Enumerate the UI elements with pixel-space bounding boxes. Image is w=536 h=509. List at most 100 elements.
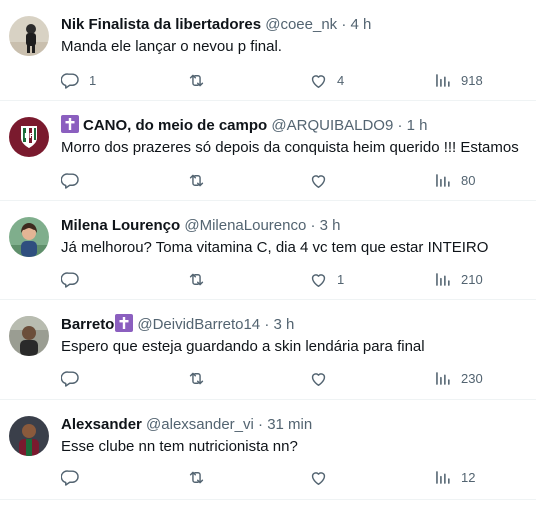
views-button[interactable]: 230 bbox=[433, 368, 483, 388]
retweet-icon bbox=[187, 468, 206, 487]
separator: · bbox=[264, 316, 270, 333]
username[interactable]: @DeividBarreto14 bbox=[137, 316, 260, 333]
like-button[interactable]: 4 bbox=[309, 70, 344, 90]
username[interactable]: @MilenaLourenco bbox=[184, 217, 306, 234]
retweet-icon bbox=[187, 71, 206, 90]
tweet-text: Manda ele lançar o nevou p final. bbox=[61, 38, 282, 55]
avatar[interactable] bbox=[9, 316, 49, 356]
retweet-button[interactable] bbox=[187, 269, 206, 289]
view-count: 918 bbox=[461, 72, 483, 88]
like-count: 4 bbox=[337, 72, 345, 88]
tweet-actions: 1 210 bbox=[61, 269, 536, 289]
views-icon bbox=[436, 470, 450, 484]
reply-icon bbox=[61, 270, 80, 289]
tweet[interactable]: Alexsander @alexsander_vi · 31 min Esse … bbox=[0, 400, 536, 500]
display-name[interactable]: Barreto bbox=[61, 316, 114, 333]
tweet-actions: 1 4 918 bbox=[61, 70, 536, 90]
like-icon bbox=[309, 468, 328, 487]
timestamp[interactable]: 1 h bbox=[407, 117, 428, 134]
like-icon bbox=[309, 270, 328, 289]
reply-icon bbox=[61, 369, 80, 388]
like-count: 1 bbox=[337, 271, 345, 287]
tweet-header: CANO, do meio de campo @ARQUIBALDO9 · 1 … bbox=[61, 115, 536, 137]
separator: · bbox=[341, 16, 347, 33]
like-button[interactable] bbox=[309, 368, 328, 388]
avatar[interactable] bbox=[9, 16, 49, 56]
username[interactable]: @coee_nk bbox=[265, 16, 337, 33]
display-name[interactable]: CANO, do meio de campo bbox=[83, 117, 267, 134]
reply-button[interactable] bbox=[61, 170, 80, 190]
avatar[interactable]: FF bbox=[9, 117, 49, 157]
tweet-content: Nik Finalista da libertadores @coee_nk ·… bbox=[61, 14, 536, 58]
avatar[interactable] bbox=[9, 416, 49, 456]
like-button[interactable]: 1 bbox=[309, 269, 344, 289]
tweet-text: Esse clube nn tem nutricionista nn? bbox=[61, 438, 298, 455]
reply-button[interactable] bbox=[61, 467, 80, 487]
retweet-button[interactable] bbox=[187, 170, 206, 190]
reply-icon bbox=[61, 468, 80, 487]
reply-count: 1 bbox=[89, 72, 97, 88]
separator: · bbox=[310, 217, 316, 234]
retweet-button[interactable] bbox=[187, 467, 206, 487]
svg-text:FF: FF bbox=[24, 132, 34, 140]
display-name[interactable]: Milena Lourenço bbox=[61, 217, 180, 234]
cross-badge-icon bbox=[61, 115, 79, 133]
timestamp[interactable]: 31 min bbox=[267, 416, 312, 433]
avatar[interactable] bbox=[9, 217, 49, 257]
tweet-content: Barreto @DeividBarreto14 · 3 h Espero que… bbox=[61, 314, 536, 358]
views-button[interactable]: 80 bbox=[433, 170, 475, 190]
retweet-icon bbox=[187, 369, 206, 388]
tweet-text: Morro dos prazeres só depois da conquist… bbox=[61, 139, 519, 156]
views-icon bbox=[436, 371, 450, 385]
view-count: 12 bbox=[461, 469, 476, 485]
retweet-icon bbox=[187, 171, 206, 190]
like-button[interactable] bbox=[309, 467, 328, 487]
like-icon bbox=[309, 71, 328, 90]
retweet-icon bbox=[187, 270, 206, 289]
retweet-button[interactable] bbox=[187, 70, 206, 90]
view-count: 210 bbox=[461, 271, 483, 287]
reply-button[interactable] bbox=[61, 269, 80, 289]
timestamp[interactable]: 4 h bbox=[351, 16, 372, 33]
display-name[interactable]: Alexsander bbox=[61, 416, 142, 433]
tweet-header: Nik Finalista da libertadores @coee_nk ·… bbox=[61, 14, 536, 36]
reply-icon bbox=[61, 171, 80, 190]
like-icon bbox=[309, 369, 328, 388]
views-button[interactable]: 12 bbox=[433, 467, 475, 487]
separator: · bbox=[258, 416, 264, 433]
username[interactable]: @ARQUIBALDO9 bbox=[271, 117, 393, 134]
cross-badge-icon bbox=[115, 314, 133, 332]
tweet-header: Alexsander @alexsander_vi · 31 min bbox=[61, 414, 536, 436]
tweet-actions: 230 bbox=[61, 368, 536, 388]
tweet-text: Já melhorou? Toma vitamina C, dia 4 vc t… bbox=[61, 239, 489, 256]
tweet-content: Alexsander @alexsander_vi · 31 min Esse … bbox=[61, 414, 536, 458]
tweet-header: Barreto @DeividBarreto14 · 3 h bbox=[61, 314, 536, 336]
timestamp[interactable]: 3 h bbox=[320, 217, 341, 234]
tweet[interactable]: Nik Finalista da libertadores @coee_nk ·… bbox=[0, 0, 536, 101]
views-button[interactable]: 918 bbox=[433, 70, 483, 90]
tweet-content: Milena Lourenço @MilenaLourenco · 3 h Já… bbox=[61, 215, 536, 259]
views-icon bbox=[436, 272, 450, 286]
like-icon bbox=[309, 171, 328, 190]
timestamp[interactable]: 3 h bbox=[274, 316, 295, 333]
tweet-actions: 80 bbox=[61, 170, 536, 190]
username[interactable]: @alexsander_vi bbox=[146, 416, 254, 433]
like-button[interactable] bbox=[309, 170, 328, 190]
reply-icon bbox=[61, 71, 80, 90]
tweet-text: Espero que esteja guardando a skin lendá… bbox=[61, 338, 425, 355]
reply-feed: Nik Finalista da libertadores @coee_nk ·… bbox=[0, 0, 536, 509]
reply-button[interactable]: 1 bbox=[61, 70, 96, 90]
separator: · bbox=[397, 117, 403, 134]
display-name[interactable]: Nik Finalista da libertadores bbox=[61, 16, 261, 33]
tweet-actions: 12 bbox=[61, 467, 536, 487]
tweet[interactable]: FF CANO, do meio de campo @ARQUIBALDO9 ·… bbox=[0, 101, 536, 201]
view-count: 230 bbox=[461, 370, 483, 386]
views-icon bbox=[436, 73, 450, 87]
reply-button[interactable] bbox=[61, 368, 80, 388]
tweet[interactable]: Barreto @DeividBarreto14 · 3 h Espero que… bbox=[0, 300, 536, 400]
tweet[interactable]: Milena Lourenço @MilenaLourenco · 3 h Já… bbox=[0, 201, 536, 300]
view-count: 80 bbox=[461, 172, 476, 188]
retweet-button[interactable] bbox=[187, 368, 206, 388]
views-button[interactable]: 210 bbox=[433, 269, 483, 289]
tweet-content: CANO, do meio de campo @ARQUIBALDO9 · 1 … bbox=[61, 115, 536, 159]
